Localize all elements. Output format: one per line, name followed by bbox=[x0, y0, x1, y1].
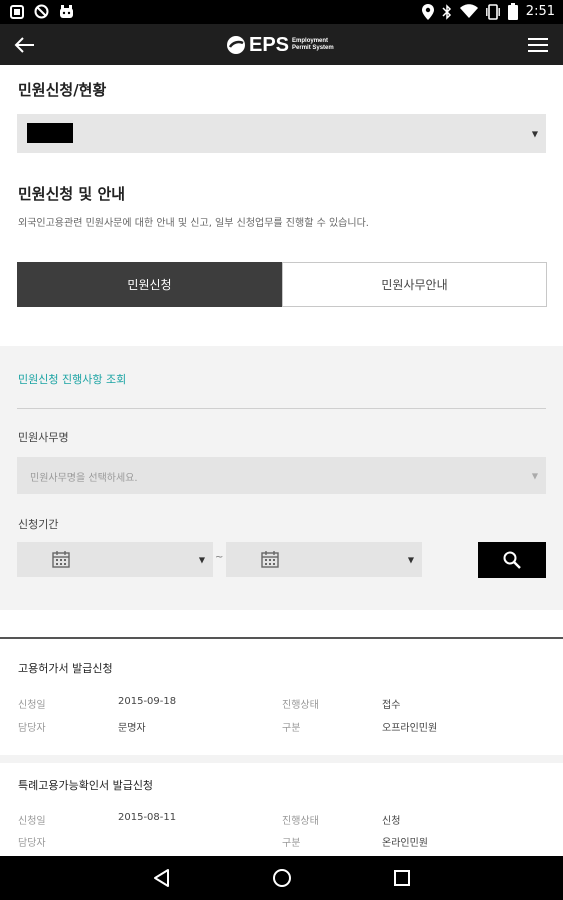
result-manager: 문명자 bbox=[118, 723, 146, 734]
result-manager-label: 담당자 bbox=[18, 838, 46, 849]
result-type-label: 구분 bbox=[282, 838, 301, 849]
status-left-icons bbox=[10, 4, 74, 19]
logo-text: EPS bbox=[249, 33, 290, 56]
card-separator bbox=[0, 755, 563, 763]
redacted-value bbox=[27, 123, 73, 143]
back-button[interactable] bbox=[12, 32, 38, 58]
result-status: 신청 bbox=[382, 816, 401, 827]
search-panel-title: 민원신청 진행사항 조회 bbox=[18, 373, 127, 386]
tab-office-guide[interactable]: 민원사무안내 bbox=[282, 262, 547, 307]
result-date-label: 신청일 bbox=[18, 700, 46, 711]
period-label: 신청기간 bbox=[18, 518, 59, 531]
eps-logo: EPS Employment Permit System bbox=[226, 31, 334, 59]
result-date: 2015-08-11 bbox=[118, 812, 177, 823]
end-date-caret: ▼ bbox=[407, 555, 414, 564]
section-title-status: 민원신청/현황 bbox=[18, 81, 107, 99]
nav-back-icon bbox=[154, 869, 169, 887]
search-button[interactable] bbox=[478, 542, 546, 578]
result-type-label: 구분 bbox=[282, 723, 301, 734]
nav-home-button[interactable] bbox=[270, 866, 294, 890]
search-icon bbox=[503, 551, 521, 569]
start-date-caret: ▼ bbox=[198, 555, 205, 564]
date-range-separator: ~ bbox=[215, 552, 224, 563]
wifi-icon bbox=[459, 4, 478, 18]
blocked-icon bbox=[34, 4, 49, 19]
panel-divider bbox=[17, 408, 546, 409]
end-date-picker[interactable]: ▼ bbox=[226, 542, 422, 577]
office-name-placeholder: 민원사무명을 선택하세요. bbox=[30, 473, 138, 484]
result-title: 고용허가서 발급신청 bbox=[18, 662, 113, 675]
tab-application[interactable]: 민원신청 bbox=[17, 262, 282, 307]
main-content: 민원신청/현황 ▼ 민원신청 및 안내 외국인고용관련 민원사문에 대한 안내 … bbox=[0, 65, 563, 856]
result-type: 오프라인민원 bbox=[382, 723, 438, 734]
menu-button[interactable] bbox=[527, 34, 549, 56]
nav-recents-icon bbox=[394, 870, 410, 886]
bluetooth-icon bbox=[442, 3, 451, 20]
result-item[interactable]: 고용허가서 발급신청 신청일 2015-09-18 진행상태 접수 담당자 문명… bbox=[0, 639, 563, 755]
app-notification-icon bbox=[60, 4, 73, 18]
status-right-icons: 2:51 bbox=[421, 3, 555, 20]
nav-recents-button[interactable] bbox=[390, 866, 414, 890]
office-select-caret: ▼ bbox=[531, 471, 538, 480]
nav-back-button[interactable] bbox=[150, 866, 174, 890]
section-description: 외국인고용관련 민원사문에 대한 안내 및 신고, 일부 신청업무를 진행할 수… bbox=[18, 218, 369, 229]
result-status-label: 진행상태 bbox=[282, 700, 319, 711]
result-date: 2015-09-18 bbox=[118, 696, 177, 707]
result-item[interactable]: 특례고용가능확인서 발급신청 신청일 2015-08-11 진행상태 신청 담당… bbox=[0, 763, 563, 856]
logo-subtitle: Employment Permit System bbox=[292, 38, 334, 52]
result-manager-label: 담당자 bbox=[18, 723, 46, 734]
result-type: 온라인민원 bbox=[382, 838, 428, 849]
vibrate-icon bbox=[485, 3, 500, 20]
calendar-icon bbox=[261, 551, 279, 568]
logo-subtitle-line2: Permit System bbox=[292, 45, 334, 51]
notification-icon bbox=[10, 4, 24, 19]
office-name-select[interactable]: 민원사무명을 선택하세요. ▼ bbox=[17, 457, 546, 494]
status-bar: 2:51 bbox=[0, 0, 563, 24]
battery-icon bbox=[507, 3, 518, 20]
location-icon bbox=[421, 3, 434, 20]
status-time: 2:51 bbox=[525, 4, 555, 19]
section-title-guide: 민원신청 및 안내 bbox=[18, 185, 126, 203]
start-date-picker[interactable]: ▼ bbox=[17, 542, 213, 577]
result-status: 접수 bbox=[382, 700, 401, 711]
arrow-left-icon bbox=[14, 37, 34, 53]
app-bar: EPS Employment Permit System bbox=[0, 24, 563, 65]
logo-subtitle-line1: Employment bbox=[292, 38, 329, 44]
calendar-icon bbox=[52, 551, 70, 568]
application-select[interactable]: ▼ bbox=[17, 114, 546, 153]
system-nav-bar bbox=[0, 856, 563, 900]
result-status-label: 진행상태 bbox=[282, 816, 319, 827]
nav-home-icon bbox=[273, 869, 291, 887]
result-title: 특례고용가능확인서 발급신청 bbox=[18, 779, 154, 792]
office-name-label: 민원사무명 bbox=[18, 431, 69, 444]
hamburger-menu-icon bbox=[528, 38, 548, 52]
globe-logo-icon bbox=[227, 36, 245, 54]
select-caret: ▼ bbox=[531, 129, 538, 138]
search-panel: 민원신청 진행사항 조회 민원사무명 민원사무명을 선택하세요. ▼ 신청기간 … bbox=[0, 346, 563, 610]
result-date-label: 신청일 bbox=[18, 816, 46, 827]
